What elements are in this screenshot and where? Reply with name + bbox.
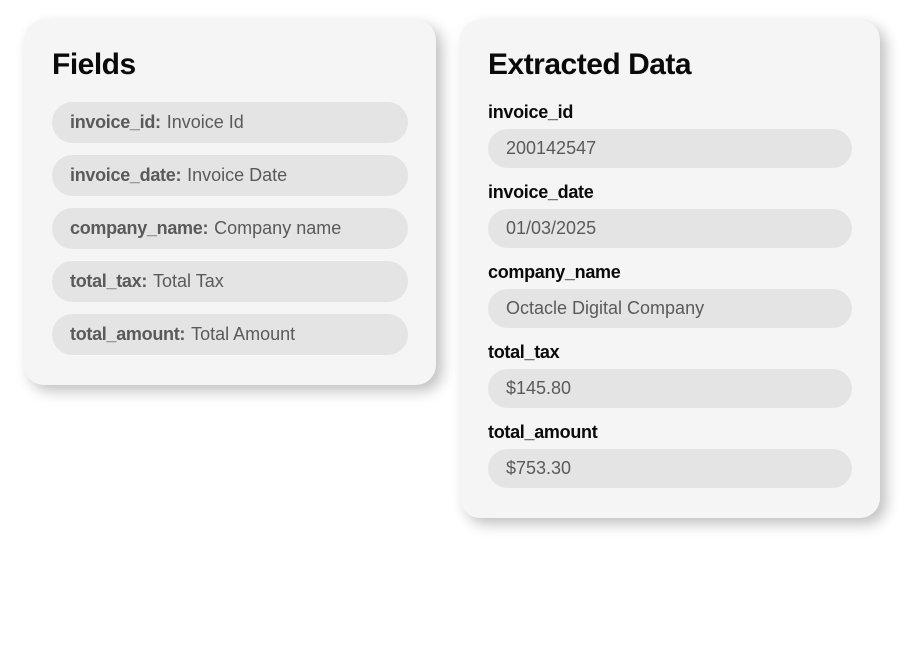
field-label: Company name — [214, 218, 341, 239]
extracted-card-title: Extracted Data — [488, 48, 852, 82]
field-key: company_name: — [70, 218, 208, 239]
extracted-value: $145.80 — [488, 369, 852, 408]
field-row: invoice_date: Invoice Date — [52, 155, 408, 196]
field-key: total_amount: — [70, 324, 185, 345]
extracted-value: 200142547 — [488, 129, 852, 168]
extracted-group: invoice_id 200142547 — [488, 102, 852, 168]
fields-card-title: Fields — [52, 48, 408, 82]
field-label: Total Tax — [153, 271, 224, 292]
extracted-value: $753.30 — [488, 449, 852, 488]
field-label: Invoice Date — [187, 165, 287, 186]
field-row: company_name: Company name — [52, 208, 408, 249]
extracted-value: 01/03/2025 — [488, 209, 852, 248]
extracted-data-card: Extracted Data invoice_id 200142547 invo… — [460, 20, 880, 518]
extracted-key: company_name — [488, 262, 852, 283]
field-key: invoice_id: — [70, 112, 161, 133]
extracted-group: invoice_date 01/03/2025 — [488, 182, 852, 248]
extracted-key: total_tax — [488, 342, 852, 363]
extracted-group: company_name Octacle Digital Company — [488, 262, 852, 328]
field-label: Invoice Id — [167, 112, 244, 133]
fields-card: Fields invoice_id: Invoice Id invoice_da… — [24, 20, 436, 385]
field-key: invoice_date: — [70, 165, 181, 186]
field-row: invoice_id: Invoice Id — [52, 102, 408, 143]
extracted-key: total_amount — [488, 422, 852, 443]
extracted-group: total_tax $145.80 — [488, 342, 852, 408]
field-row: total_tax: Total Tax — [52, 261, 408, 302]
field-row: total_amount: Total Amount — [52, 314, 408, 355]
field-key: total_tax: — [70, 271, 147, 292]
extracted-key: invoice_id — [488, 102, 852, 123]
extracted-value: Octacle Digital Company — [488, 289, 852, 328]
extracted-group: total_amount $753.30 — [488, 422, 852, 488]
extracted-key: invoice_date — [488, 182, 852, 203]
field-label: Total Amount — [191, 324, 295, 345]
